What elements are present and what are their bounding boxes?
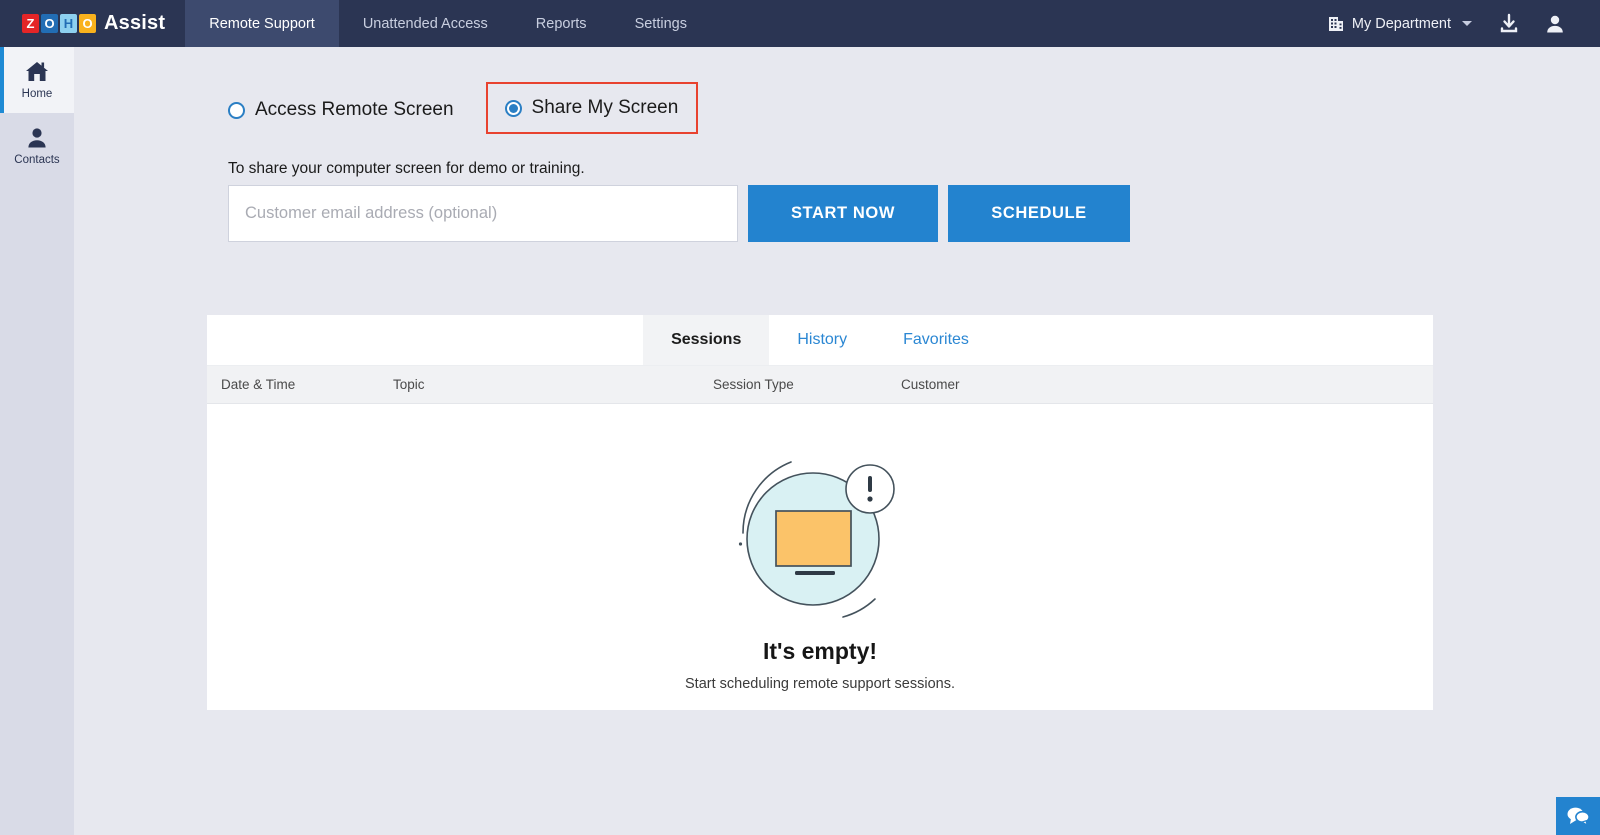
session-mode-selector: Access Remote Screen Share My Screen	[228, 82, 699, 134]
main-content: Access Remote Screen Share My Screen To …	[74, 47, 1600, 835]
profile-button[interactable]	[1532, 0, 1578, 47]
card-tabs: Sessions History Favorites	[207, 315, 1433, 366]
column-customer: Customer	[901, 377, 960, 392]
sidebar: Home Contacts	[0, 47, 74, 835]
mode-access-remote-screen[interactable]: Access Remote Screen	[228, 93, 454, 127]
download-button[interactable]	[1486, 0, 1532, 47]
radio-share-my-screen[interactable]	[504, 99, 522, 117]
column-date-time: Date & Time	[221, 377, 296, 392]
column-session-type: Session Type	[713, 377, 794, 392]
tab-favorites[interactable]: Favorites	[875, 315, 997, 365]
schedule-button[interactable]: SCHEDULE	[948, 185, 1130, 242]
session-action-row: START NOW SCHEDULE	[228, 185, 1130, 242]
department-label: My Department	[1351, 15, 1451, 32]
sidebar-item-contacts-label: Contacts	[14, 154, 60, 166]
primary-nav: Remote Support Unattended Access Reports…	[185, 0, 711, 47]
tab-history[interactable]: History	[769, 315, 875, 365]
mode-share-my-screen[interactable]: Share My Screen	[485, 82, 699, 134]
customer-email-input[interactable]	[228, 185, 738, 242]
sessions-table-header: Date & Time Topic Session Type Customer	[207, 366, 1433, 404]
chat-widget-button[interactable]	[1556, 797, 1600, 835]
start-now-button[interactable]: START NOW	[748, 185, 938, 242]
nav-unattended-access[interactable]: Unattended Access	[339, 0, 512, 47]
tab-sessions[interactable]: Sessions	[643, 315, 770, 365]
empty-state: It's empty! Start scheduling remote supp…	[207, 404, 1433, 692]
contacts-icon	[28, 128, 46, 148]
empty-state-subtitle: Start scheduling remote support sessions…	[685, 676, 955, 692]
logo-letter-z: Z	[22, 14, 39, 33]
mode-share-my-screen-label: Share My Screen	[531, 97, 679, 118]
mode-access-remote-screen-label: Access Remote Screen	[255, 99, 454, 120]
sidebar-item-home-label: Home	[21, 88, 53, 100]
sidebar-item-contacts[interactable]: Contacts	[0, 113, 74, 179]
sidebar-item-home[interactable]: Home	[0, 47, 74, 113]
chevron-down-icon	[1462, 21, 1472, 26]
mode-description: To share your computer screen for demo o…	[228, 160, 585, 177]
app-root: Z O H O Assist Remote Support Unattended…	[0, 0, 1600, 835]
building-icon	[1328, 17, 1343, 31]
download-icon	[1500, 13, 1518, 32]
brand-logo[interactable]: Z O H O Assist	[0, 0, 185, 47]
logo-letter-o2: O	[79, 14, 96, 33]
brand-name: Assist	[104, 12, 166, 34]
sessions-card: Sessions History Favorites Date & Time T…	[207, 315, 1433, 710]
topbar-right-actions: My Department	[1314, 0, 1600, 47]
empty-state-title: It's empty!	[762, 638, 878, 664]
user-avatar-icon	[1547, 15, 1563, 32]
nav-reports[interactable]: Reports	[512, 0, 611, 47]
home-icon	[26, 62, 48, 81]
chat-bubbles-icon	[1567, 807, 1590, 827]
empty-monitor-alert-illustration	[738, 461, 895, 618]
department-selector[interactable]: My Department	[1314, 15, 1486, 32]
zoho-logo-icon: Z O H O	[22, 14, 96, 33]
logo-letter-h: H	[60, 14, 77, 33]
logo-letter-o1: O	[41, 14, 58, 33]
radio-access-remote-screen[interactable]	[228, 101, 245, 119]
column-topic: Topic	[393, 377, 425, 392]
nav-remote-support[interactable]: Remote Support	[185, 0, 339, 47]
top-navigation-bar: Z O H O Assist Remote Support Unattended…	[0, 0, 1600, 47]
nav-settings[interactable]: Settings	[611, 0, 711, 47]
